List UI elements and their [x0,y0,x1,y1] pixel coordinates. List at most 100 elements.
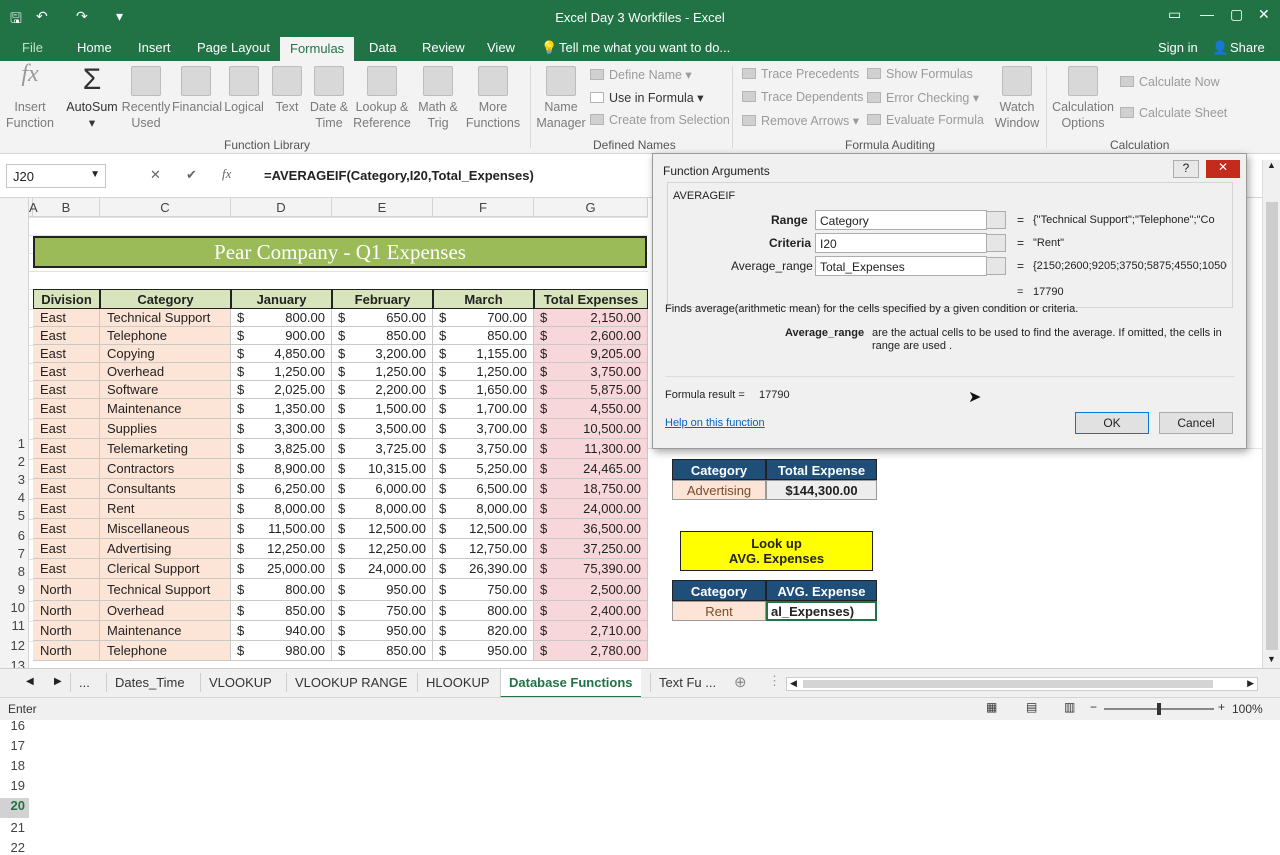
table-cell[interactable]: $12,250.00 [332,539,433,559]
table-cell[interactable]: Technical Support [100,309,231,327]
table-cell[interactable]: $1,250.00 [231,363,332,381]
table-cell[interactable]: Overhead [100,363,231,381]
sheet-banner-title[interactable]: Pear Company - Q1 Expenses [33,236,647,268]
select-all-corner[interactable] [0,198,29,217]
table-cell[interactable]: $10,315.00 [332,459,433,479]
page-layout-view-icon[interactable]: ▤ [1026,700,1037,714]
row-header-21[interactable]: 21 [0,820,29,835]
table-cell[interactable]: $5,250.00 [433,459,534,479]
table-cell[interactable]: North [33,621,100,641]
table-cell[interactable]: $36,500.00 [534,519,648,539]
add-sheet-icon[interactable]: ⊕ [734,673,747,691]
tell-me-box[interactable]: Tell me what you want to do... [559,40,730,55]
table-cell[interactable]: $6,250.00 [231,479,332,499]
table-cell[interactable]: $850.00 [433,327,534,345]
table-cell[interactable]: $3,700.00 [433,419,534,439]
cancel-button[interactable]: Cancel [1159,412,1233,434]
table-cell[interactable]: $950.00 [332,579,433,601]
tab-view[interactable]: View [487,40,515,55]
table-header-cell[interactable]: February [332,289,433,309]
table-header-cell[interactable]: January [231,289,332,309]
row-header-7[interactable]: 7 [0,546,29,561]
table-cell[interactable]: Consultants [100,479,231,499]
table-cell[interactable]: East [33,381,100,399]
table-cell[interactable]: East [33,439,100,459]
table-cell[interactable]: $8,900.00 [231,459,332,479]
row-header-19[interactable]: 19 [0,778,29,793]
use-in-formula-button[interactable]: Use in Formula ▾ [590,90,704,105]
table-cell[interactable]: $2,025.00 [231,381,332,399]
table-cell[interactable]: $820.00 [433,621,534,641]
zoom-slider-thumb[interactable] [1157,703,1161,715]
more-functions-button[interactable]: More Functions [463,66,523,131]
table-cell[interactable]: East [33,539,100,559]
table-cell[interactable]: $1,250.00 [433,363,534,381]
table-cell[interactable]: $37,250.00 [534,539,648,559]
sheet-tab-vlookup-range[interactable]: VLOOKUP RANGE [286,673,415,692]
evaluate-formula-button[interactable]: Evaluate Formula [867,113,984,127]
financial-button[interactable]: Financial [172,66,222,115]
table-cell[interactable]: $8,000.00 [332,499,433,519]
dialog-close-button[interactable]: ✕ [1206,160,1240,178]
insert-function-button[interactable]: fx Insert Function [4,62,56,131]
tab-file[interactable]: File [22,40,43,55]
row-header-22[interactable]: 22 [0,840,29,855]
table-cell[interactable]: $12,500.00 [332,519,433,539]
table-cell[interactable]: $850.00 [332,327,433,345]
table-cell[interactable]: Telemarketing [100,439,231,459]
lookup-avg-title[interactable]: Look up AVG. Expenses [680,531,873,571]
name-box[interactable]: J20 ▼ [6,164,106,188]
table-cell[interactable]: $25,000.00 [231,559,332,579]
table-cell[interactable]: $650.00 [332,309,433,327]
sheet-tab-vlookup[interactable]: VLOOKUP [200,673,280,692]
name-manager-button[interactable]: Name Manager [535,66,587,131]
lookup-total-header[interactable]: Total Expense [766,459,877,480]
avg-category-value[interactable]: Rent [672,601,766,621]
sign-in-link[interactable]: Sign in [1158,40,1198,55]
table-cell[interactable]: $8,000.00 [231,499,332,519]
row-header-8[interactable]: 8 [0,564,29,579]
column-header-b[interactable]: B [33,198,100,217]
table-cell[interactable]: $700.00 [433,309,534,327]
table-cell[interactable]: Overhead [100,601,231,621]
close-window-icon[interactable]: ✕ [1258,6,1270,23]
lookup-category-header[interactable]: Category [672,459,766,480]
zoom-out-icon[interactable]: − [1090,700,1097,714]
maximize-icon[interactable]: ▢ [1230,6,1243,23]
sheet-tab-database-functions[interactable]: Database Functions [500,669,641,698]
tab-formulas[interactable]: Formulas [280,37,355,61]
row-header-16[interactable]: 16 [0,718,29,733]
cancel-icon[interactable]: ✕ [150,167,161,183]
table-cell[interactable]: $900.00 [231,327,332,345]
table-cell[interactable]: $6,000.00 [332,479,433,499]
table-cell[interactable]: Copying [100,345,231,363]
table-cell[interactable]: $3,200.00 [332,345,433,363]
collapse-criteria-icon[interactable] [986,234,1006,252]
table-cell[interactable]: $3,300.00 [231,419,332,439]
table-cell[interactable]: $750.00 [332,601,433,621]
row-header-17[interactable]: 17 [0,738,29,753]
scroll-right-icon[interactable]: ▶ [1247,678,1254,689]
table-cell[interactable]: Rent [100,499,231,519]
table-cell[interactable]: Software [100,381,231,399]
tab-split-icon[interactable]: ⋮ [768,673,781,689]
remove-arrows-button[interactable]: Remove Arrows ▾ [742,113,859,128]
table-cell[interactable]: $11,300.00 [534,439,648,459]
avg-expense-header[interactable]: AVG. Expense [766,580,877,601]
avg-category-header[interactable]: Category [672,580,766,601]
horizontal-scroll-thumb[interactable] [803,680,1213,688]
ribbon-display-icon[interactable]: ▭ [1168,6,1181,23]
table-cell[interactable]: $3,725.00 [332,439,433,459]
column-header-c[interactable]: C [100,198,231,217]
collapse-range-icon[interactable] [986,211,1006,229]
row-header-9[interactable]: 9 [0,582,29,597]
table-header-cell[interactable]: Division [33,289,100,309]
table-cell[interactable]: Advertising [100,539,231,559]
table-cell[interactable]: $1,155.00 [433,345,534,363]
table-cell[interactable]: $3,750.00 [433,439,534,459]
table-cell[interactable]: North [33,601,100,621]
collapse-average-range-icon[interactable] [986,257,1006,275]
table-cell[interactable]: Supplies [100,419,231,439]
chevron-down-icon[interactable]: ▼ [90,169,100,180]
fx-icon[interactable]: fx [222,166,231,182]
